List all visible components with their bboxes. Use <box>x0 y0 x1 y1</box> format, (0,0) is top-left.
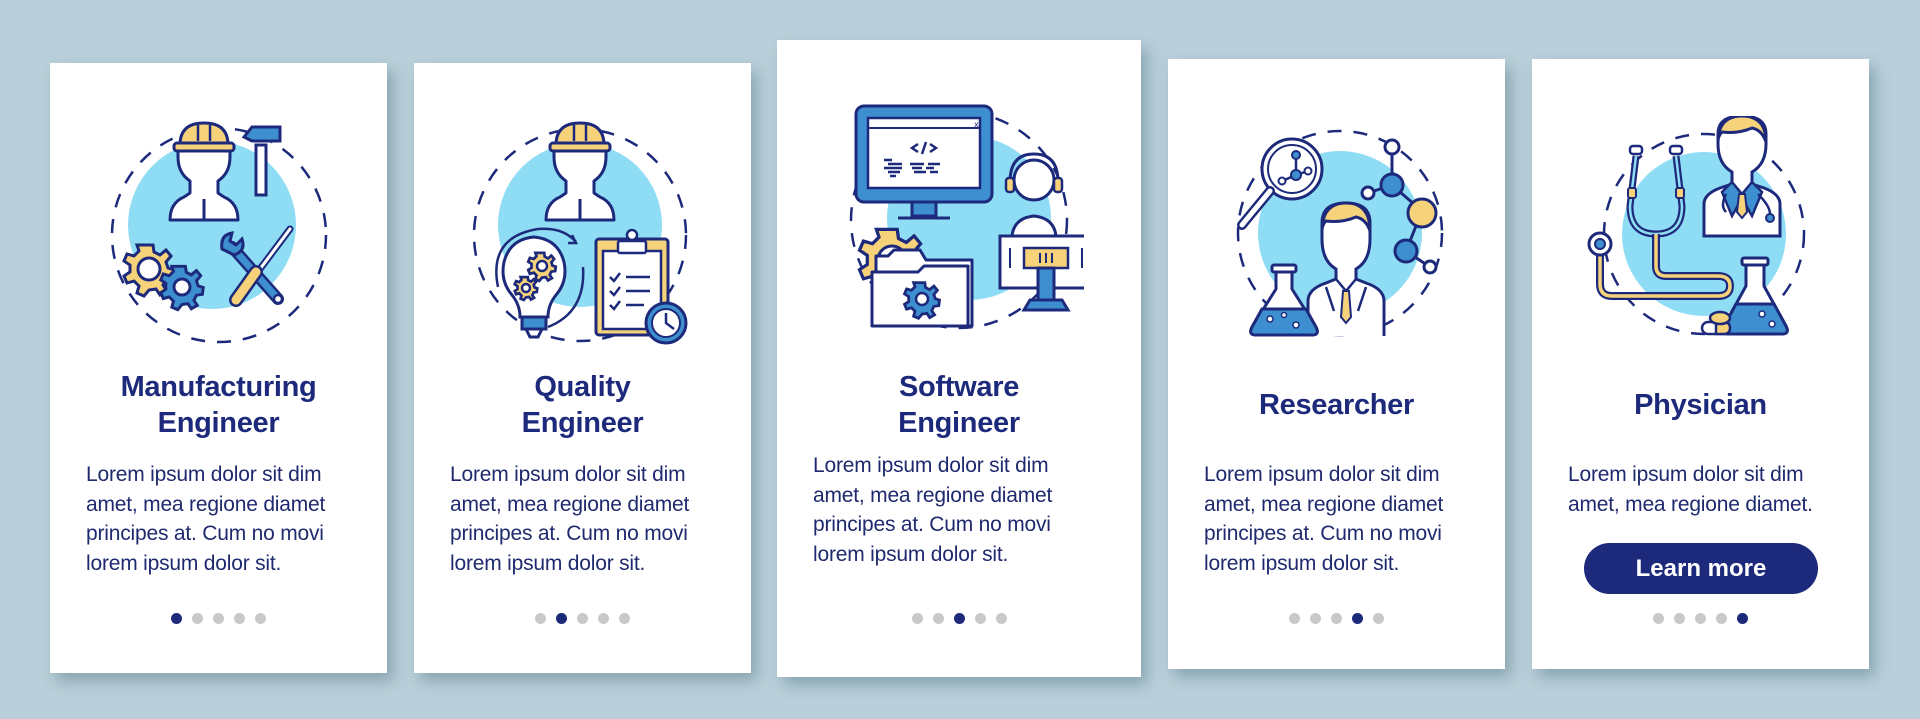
pagination-dots <box>50 613 387 625</box>
card-description: Lorem ipsum dolor sit dim amet, mea regi… <box>86 460 367 578</box>
page-dot[interactable] <box>1289 613 1300 624</box>
page-dot[interactable] <box>1653 613 1664 624</box>
page-dot[interactable] <box>234 613 245 624</box>
onboarding-card-software-engineer: x Software Engineer Lorem ipsum dolor si… <box>777 40 1141 677</box>
description-line: amet, mea regione diamet. <box>1568 492 1813 516</box>
page-dot-active[interactable] <box>1352 613 1363 624</box>
description-line: principes at. Cum no movi <box>1204 522 1442 545</box>
page-dot[interactable] <box>974 613 986 624</box>
card-title: Software Engineer <box>777 369 1141 441</box>
description-line: amet, mea regione diamet <box>450 492 690 516</box>
page-dot[interactable] <box>577 613 588 624</box>
page-dot[interactable] <box>1695 613 1706 624</box>
quality-engineer-illustration <box>468 117 698 352</box>
card-description: Lorem ipsum dolor sit dim amet, mea regi… <box>813 451 1121 569</box>
page-dot[interactable] <box>1310 613 1321 624</box>
description-line: principes at. Cum no movi <box>450 522 688 545</box>
page-dot-active[interactable] <box>1737 613 1748 624</box>
title-line: Engineer <box>521 407 644 439</box>
page-dot[interactable] <box>535 613 546 624</box>
description-line: amet, mea regione diamet <box>813 483 1053 507</box>
description-line: principes at. Cum no movi <box>813 513 1051 536</box>
page-dot[interactable] <box>213 613 224 624</box>
page-dot[interactable] <box>1373 613 1384 624</box>
page-dot[interactable] <box>598 613 609 624</box>
onboarding-card-researcher: Researcher Lorem ipsum dolor sit dim ame… <box>1168 59 1505 669</box>
page-dot-active[interactable] <box>953 613 965 624</box>
page-dot[interactable] <box>192 613 203 624</box>
page-dot[interactable] <box>995 613 1007 624</box>
page-dot[interactable] <box>911 613 923 624</box>
description-line: principes at. Cum no movi <box>86 522 324 545</box>
card-description: Lorem ipsum dolor sit dim amet, mea regi… <box>1204 460 1485 578</box>
description-line: amet, mea regione diamet <box>86 492 326 516</box>
title-line: Researcher <box>1259 389 1414 421</box>
description-line: Lorem ipsum dolor sit dim <box>86 463 322 486</box>
pagination-dots <box>777 613 1141 625</box>
title-line: Manufacturing <box>120 371 317 403</box>
page-dot[interactable] <box>1716 613 1727 624</box>
learn-more-button[interactable]: Learn more <box>1584 543 1818 594</box>
description-line: lorem ipsum dolor sit. <box>1204 551 1400 575</box>
page-dot[interactable] <box>255 613 266 624</box>
page-dot-active[interactable] <box>171 613 182 624</box>
card-title: Manufacturing Engineer <box>50 369 387 441</box>
card-description: Lorem ipsum dolor sit dim amet, mea regi… <box>450 460 731 578</box>
description-line: Lorem ipsum dolor sit dim <box>1568 463 1804 486</box>
manufacturing-engineer-illustration <box>104 117 334 352</box>
page-dot[interactable] <box>619 613 630 624</box>
svg-text:x: x <box>974 120 979 129</box>
page-dot[interactable] <box>932 613 944 624</box>
pagination-dots <box>414 613 751 625</box>
card-description: Lorem ipsum dolor sit dim amet, mea regi… <box>1568 460 1849 519</box>
page-dot[interactable] <box>1331 613 1342 624</box>
researcher-illustration <box>1222 121 1452 346</box>
onboarding-card-quality-engineer: Quality Engineer Lorem ipsum dolor sit d… <box>414 63 751 673</box>
description-line: Lorem ipsum dolor sit dim <box>1204 463 1440 486</box>
card-title: Quality Engineer <box>414 369 751 441</box>
pagination-dots <box>1168 613 1505 625</box>
software-engineer-illustration: x <box>834 98 1084 333</box>
title-line: Physician <box>1634 389 1767 421</box>
description-line: Lorem ipsum dolor sit dim <box>813 454 1049 477</box>
page-dot[interactable] <box>1674 613 1685 624</box>
physician-illustration <box>1586 116 1816 346</box>
title-line: Engineer <box>157 407 280 439</box>
description-line: lorem ipsum dolor sit. <box>813 542 1009 566</box>
title-line: Engineer <box>898 407 1020 439</box>
card-title: Physician <box>1532 387 1869 423</box>
card-title: Researcher <box>1168 387 1505 423</box>
description-line: lorem ipsum dolor sit. <box>450 551 646 575</box>
title-line: Software <box>898 371 1020 403</box>
onboarding-card-physician: Physician Lorem ipsum dolor sit dim amet… <box>1532 59 1869 669</box>
onboarding-card-manufacturing-engineer: Manufacturing Engineer Lorem ipsum dolor… <box>50 63 387 673</box>
description-line: Lorem ipsum dolor sit dim <box>450 463 686 486</box>
page-dot-active[interactable] <box>556 613 567 624</box>
pagination-dots <box>1532 613 1869 625</box>
title-line: Quality <box>534 371 631 403</box>
description-line: lorem ipsum dolor sit. <box>86 551 282 575</box>
description-line: amet, mea regione diamet <box>1204 492 1444 516</box>
